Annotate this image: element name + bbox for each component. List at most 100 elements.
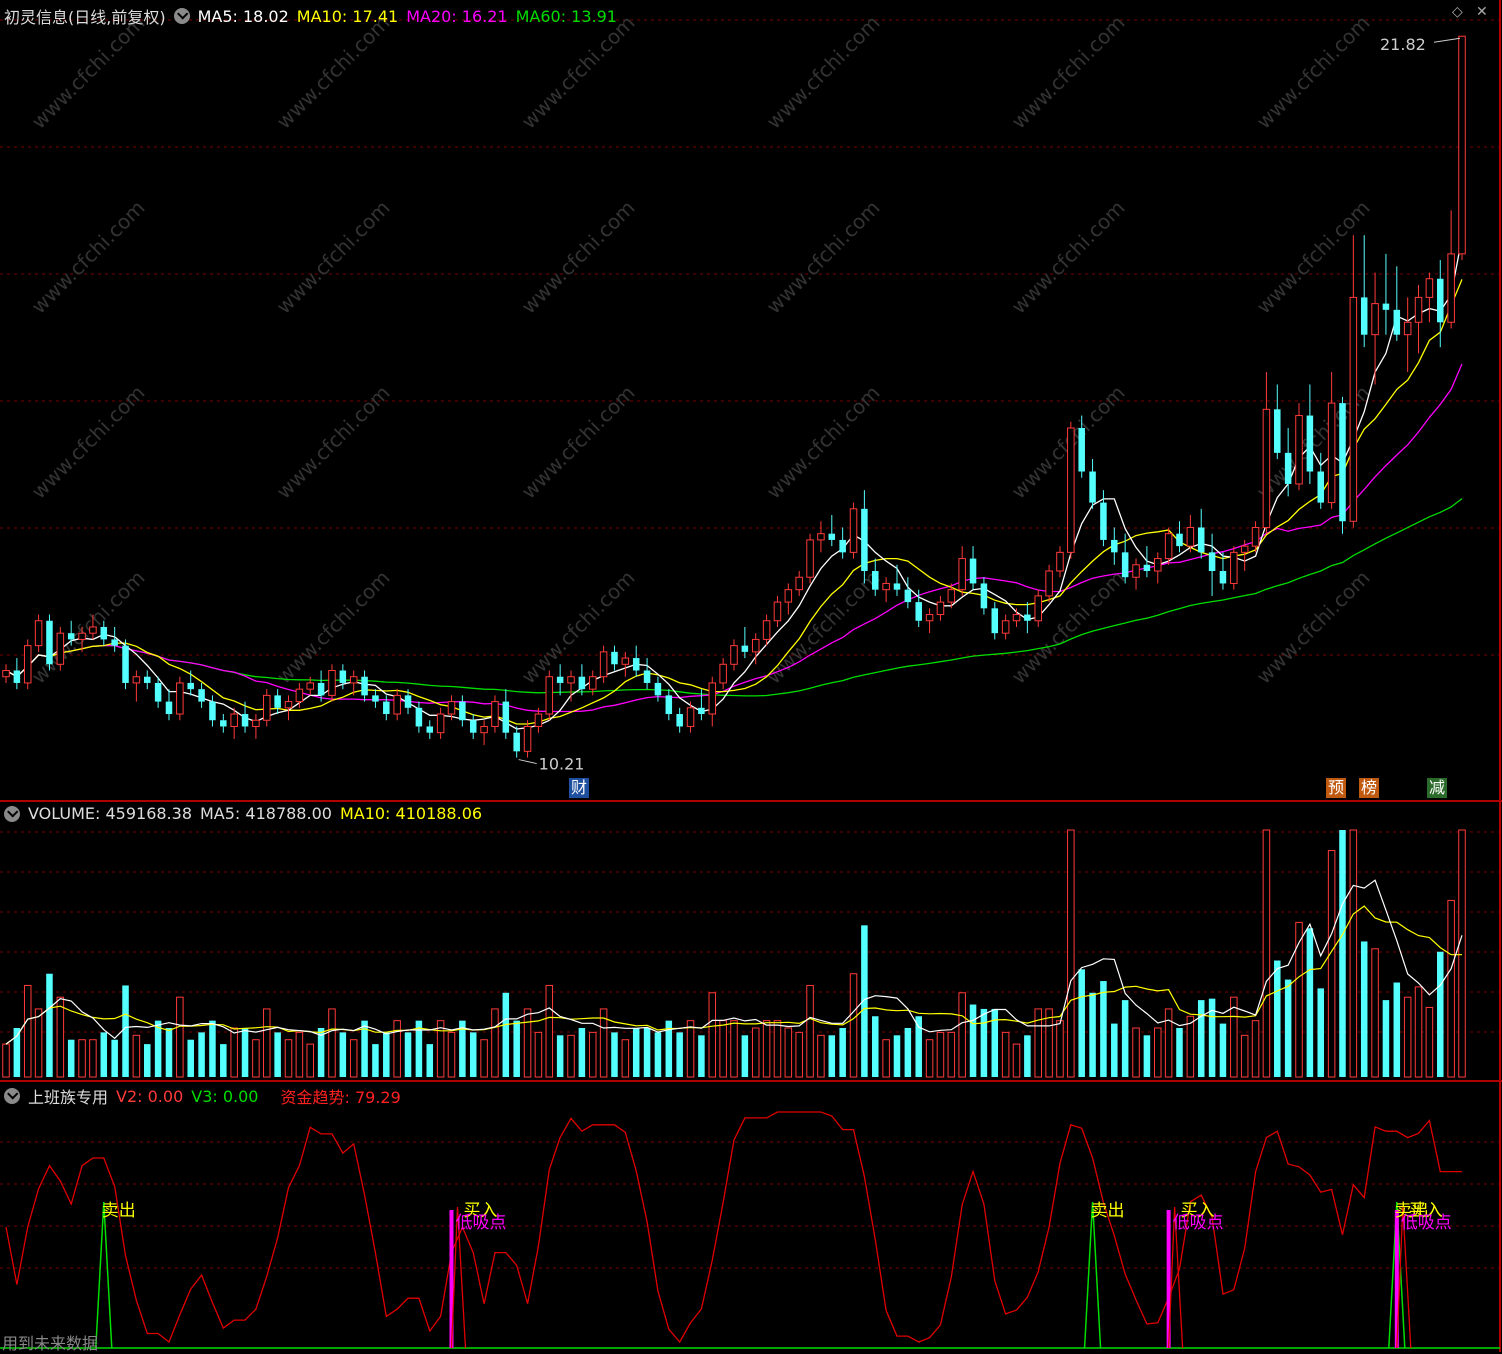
chevron-down-icon[interactable] bbox=[4, 805, 20, 822]
watermark-text: www.cfchi.com bbox=[762, 11, 885, 134]
candle-body bbox=[915, 602, 922, 621]
volume-bar bbox=[404, 1032, 412, 1077]
volume-bar bbox=[915, 1016, 922, 1077]
volume-bar bbox=[263, 1008, 271, 1078]
volume-bar bbox=[306, 1043, 314, 1078]
candle-body bbox=[654, 682, 662, 696]
volume-bar bbox=[339, 1032, 347, 1077]
volume-bar bbox=[284, 1039, 293, 1078]
candle-body bbox=[295, 688, 304, 703]
volume-bar bbox=[839, 1027, 846, 1077]
volume-bar bbox=[502, 992, 510, 1077]
volume-bar bbox=[893, 1035, 901, 1077]
candle-body bbox=[621, 657, 630, 665]
candle-body bbox=[893, 583, 901, 590]
candle-body bbox=[480, 725, 488, 734]
ma10-label: MA10: 17.41 bbox=[296, 6, 399, 26]
candle-body bbox=[1132, 564, 1140, 578]
price-header: 初灵信息(日线,前复权) MA5: 18.02 MA10: 17.41 MA20… bbox=[4, 4, 617, 28]
volume-bar bbox=[958, 992, 966, 1078]
volume-bar bbox=[545, 984, 554, 1078]
volume-bar bbox=[751, 1027, 760, 1078]
candle-body bbox=[861, 508, 868, 572]
candle-body bbox=[447, 701, 456, 715]
candle-body bbox=[349, 676, 358, 684]
dip-label: 低吸点 bbox=[455, 1213, 506, 1233]
candle-body bbox=[751, 638, 760, 653]
candle-body bbox=[1078, 427, 1085, 472]
candle-body bbox=[1154, 558, 1162, 572]
volume-bar bbox=[1262, 829, 1271, 1078]
candle-body bbox=[741, 645, 749, 652]
watermark-text: www.cfchi.com bbox=[27, 381, 150, 504]
candle-body bbox=[339, 670, 347, 683]
candle-body bbox=[567, 676, 575, 684]
volume-chart[interactable] bbox=[0, 802, 1502, 1080]
volume-bar bbox=[534, 1031, 543, 1078]
close-icon[interactable]: ✕ bbox=[1476, 4, 1488, 20]
candle-body bbox=[23, 645, 32, 684]
volume-bar bbox=[230, 1027, 238, 1078]
candle-body bbox=[534, 713, 543, 727]
candle-body bbox=[1121, 552, 1129, 578]
chevron-down-icon[interactable] bbox=[4, 1088, 20, 1104]
low-arrow bbox=[518, 759, 537, 765]
candle-body bbox=[1197, 527, 1205, 553]
volume-bar bbox=[56, 996, 65, 1078]
diamond-icon[interactable]: ◇ bbox=[1452, 4, 1463, 20]
candle-body bbox=[980, 583, 988, 609]
watermark-text: www.cfchi.com bbox=[1252, 566, 1375, 689]
watermark-text: www.cfchi.com bbox=[27, 566, 150, 689]
candle-body bbox=[1024, 614, 1031, 621]
sell-spike bbox=[1083, 1201, 1102, 1349]
candle-body bbox=[263, 694, 271, 721]
candle-body bbox=[13, 670, 21, 683]
watermark-text: www.cfchi.com bbox=[762, 196, 885, 319]
event-jian-badge[interactable]: 减 bbox=[1427, 778, 1448, 798]
volume-bar bbox=[1012, 1043, 1021, 1078]
volume-bar bbox=[1197, 1000, 1205, 1077]
volume-panel[interactable]: VOLUME: 459168.38 MA5: 418788.00 MA10: 4… bbox=[0, 802, 1502, 1080]
candle-body bbox=[599, 651, 608, 678]
volume-bar bbox=[676, 1032, 683, 1077]
volume-bar bbox=[947, 1031, 956, 1078]
candle-body bbox=[1089, 471, 1096, 503]
candle-body bbox=[1240, 545, 1249, 553]
volume-bar bbox=[1360, 941, 1368, 1077]
candle-body bbox=[969, 558, 977, 584]
volume-bar bbox=[143, 1044, 151, 1077]
volume-bar bbox=[871, 1016, 879, 1077]
sell-spike bbox=[95, 1201, 113, 1349]
event-yu-badge[interactable]: 预 bbox=[1326, 778, 1347, 798]
candle-body bbox=[762, 620, 771, 640]
sell-label: 卖出 bbox=[1091, 1201, 1125, 1221]
volume-bar bbox=[1154, 1027, 1162, 1078]
candle-body bbox=[1339, 403, 1346, 522]
event-bang-badge[interactable]: 榜 bbox=[1359, 778, 1380, 798]
indicator-panel[interactable]: 卖出 卖出 卖出 买入 低吸点 买入 低吸点 买入 低吸点 上班族专用 V2: 0.00 V3:… bbox=[0, 1082, 1502, 1353]
candle-body bbox=[698, 707, 705, 715]
price-chart[interactable]: www.cfchi.com www.cfchi.com www.cfchi.com w… bbox=[0, 0, 1502, 800]
volume-bar bbox=[849, 973, 858, 1078]
candle-body bbox=[708, 682, 717, 715]
indicator-header: 上班族专用 V2: 0.00 V3: 0.00 资金趋势: 79.29 bbox=[4, 1084, 401, 1108]
volume-bar bbox=[567, 1034, 575, 1078]
ma60-label: MA60: 13.91 bbox=[515, 6, 617, 26]
volume-bar bbox=[1078, 969, 1085, 1077]
volume-bar bbox=[67, 1039, 75, 1077]
event-cai-badge[interactable]: 财 bbox=[569, 778, 590, 798]
volume-bar bbox=[1371, 948, 1379, 1078]
candle-body bbox=[1425, 278, 1434, 298]
price-panel[interactable]: www.cfchi.com www.cfchi.com www.cfchi.com w… bbox=[0, 0, 1502, 800]
indicator-v3: V3: 0.00 bbox=[191, 1086, 259, 1106]
candle-body bbox=[2, 670, 10, 678]
volume-bar bbox=[1414, 986, 1423, 1078]
indicator-chart[interactable]: 卖出 卖出 卖出买入低吸点买入低吸点买入低吸点 bbox=[0, 1082, 1502, 1352]
candle-body bbox=[676, 714, 683, 727]
chevron-down-icon[interactable] bbox=[173, 8, 190, 24]
high-label: 21.82 bbox=[1380, 35, 1426, 54]
watermark-text: www.cfchi.com bbox=[517, 196, 640, 319]
volume-bar bbox=[100, 1032, 108, 1077]
volume-bar bbox=[969, 1004, 977, 1077]
candle-body bbox=[122, 645, 129, 683]
